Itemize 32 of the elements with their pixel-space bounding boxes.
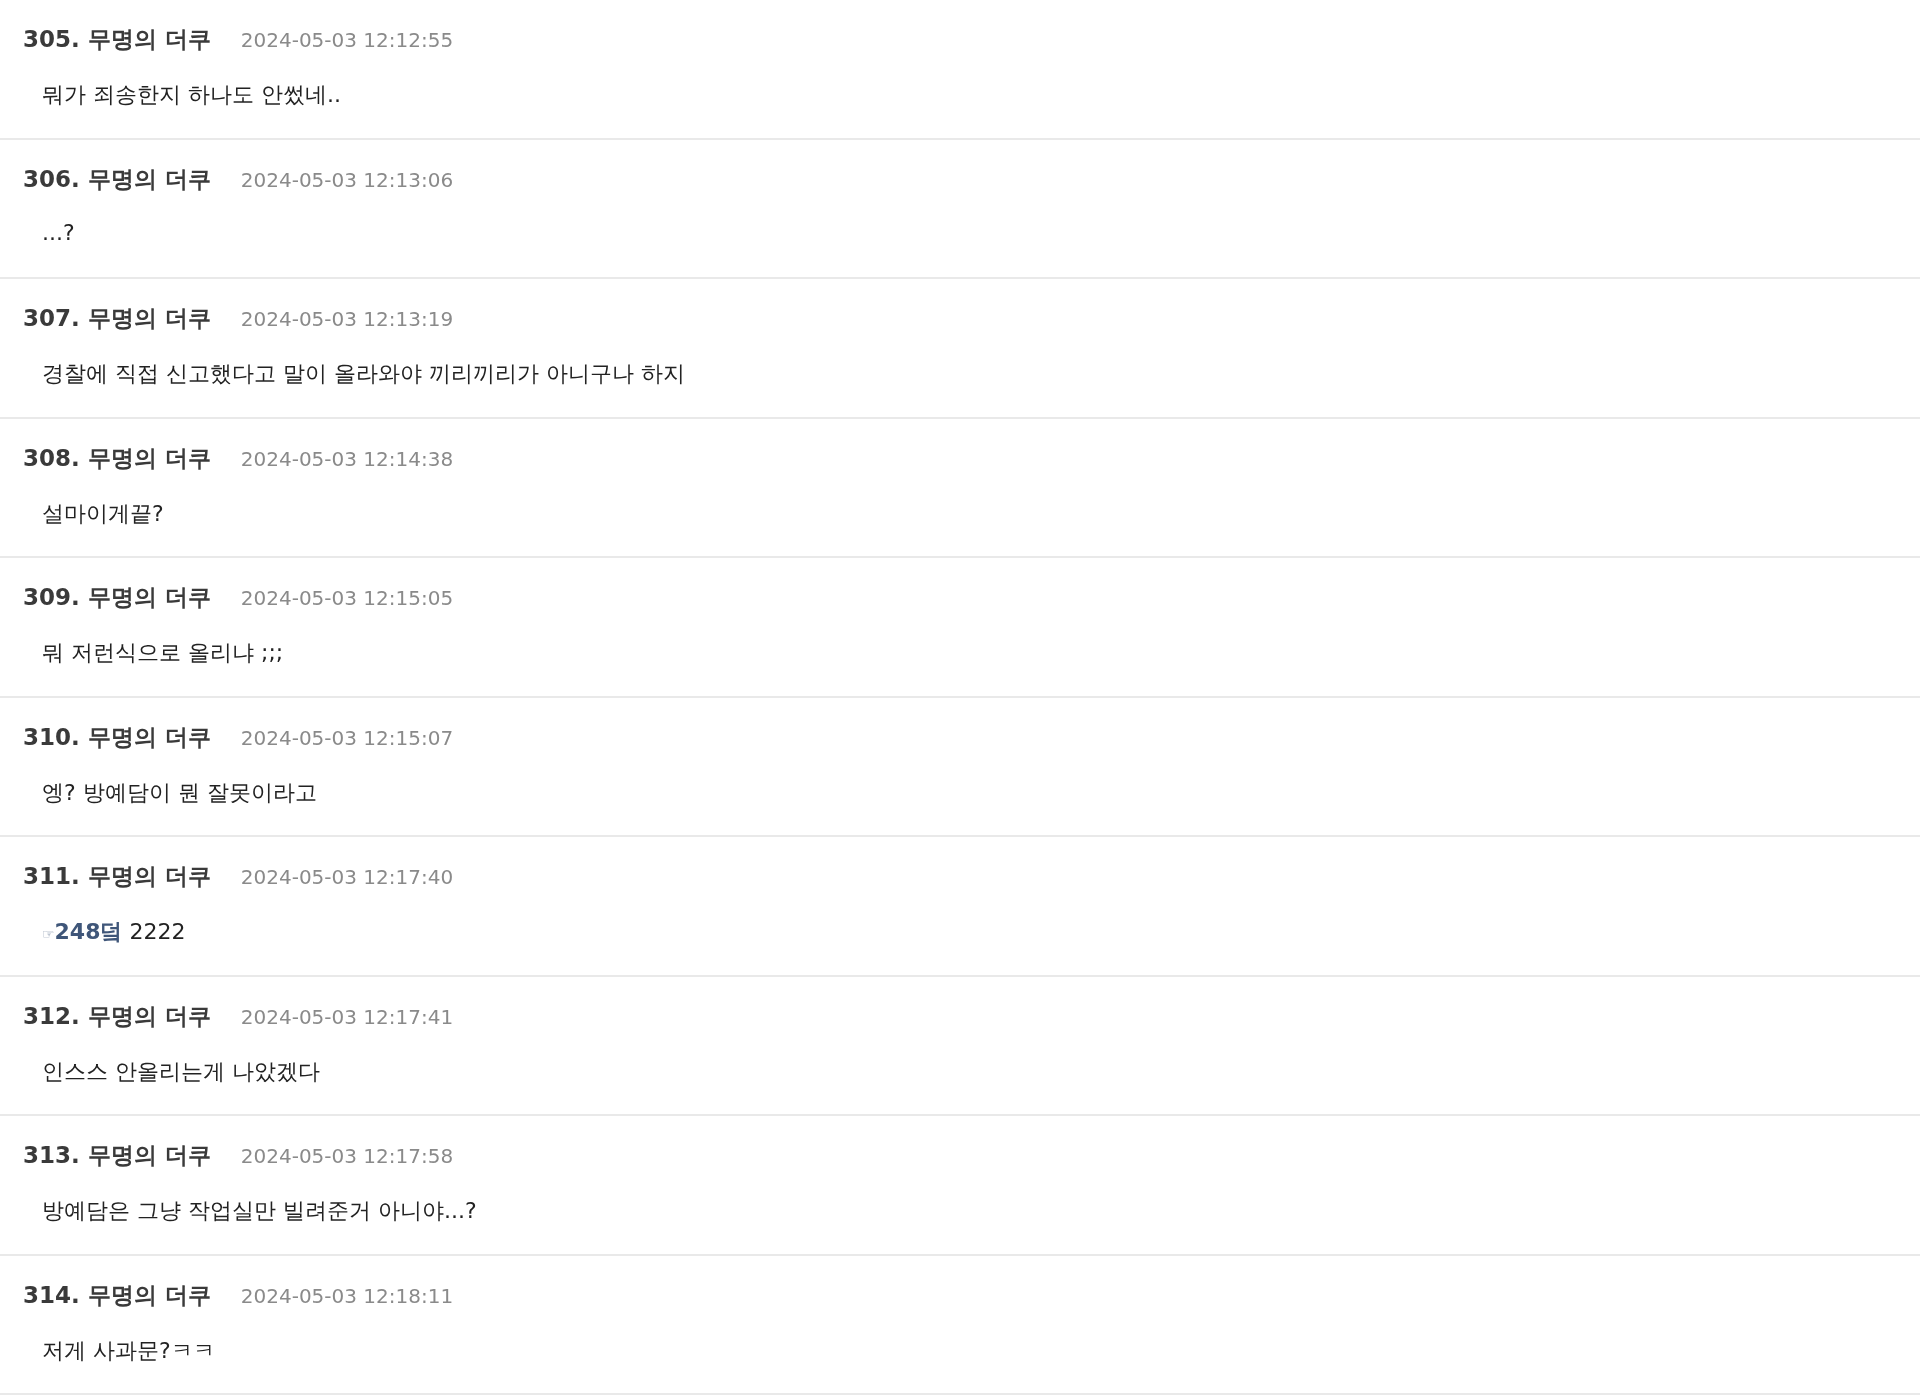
comment-author: 307. 무명의 더쿠 <box>23 304 211 333</box>
comment-date: 2024-05-03 12:17:40 <box>240 865 454 889</box>
comment-author: 314. 무명의 더쿠 <box>23 1280 211 1310</box>
comment-text: 인스스 안올리는게 나았겠다 <box>42 1057 320 1086</box>
comment-date: 2024-05-03 12:13:19 <box>240 307 454 331</box>
comment-text: 설마이게끝? <box>42 499 164 528</box>
comment-date: 2024-05-03 12:14:38 <box>240 446 454 471</box>
comment-author: 313. 무명의 더쿠 <box>23 1141 211 1170</box>
comment-date: 2024-05-03 12:18:11 <box>240 1283 454 1308</box>
comment-date: 2024-05-03 12:17:58 <box>240 1144 454 1168</box>
comment-date: 2024-05-03 12:13:06 <box>240 167 454 192</box>
comment-text: 2222 <box>129 919 186 944</box>
reply-link[interactable]: 248덬 <box>54 917 123 947</box>
comment-date: 2024-05-03 12:15:07 <box>240 725 454 750</box>
comment-author: 308. 무명의 더쿠 <box>23 443 211 473</box>
comment-text: 뭐가 죄송한지 하나도 안썼네.. <box>42 81 341 109</box>
comment-author: 310. 무명의 더쿠 <box>23 722 211 752</box>
comment-author: 306. 무명의 더쿠 <box>23 164 211 194</box>
comment-text: 경찰에 직접 신고했다고 말이 올라와야 끼리끼리가 아니구나 하지 <box>42 360 685 388</box>
comment-date: 2024-05-03 12:17:41 <box>240 1004 454 1029</box>
comment-date: 2024-05-03 12:15:05 <box>240 586 454 610</box>
comment-text: ...? <box>42 219 75 245</box>
comment-date: 2024-05-03 12:12:55 <box>240 28 454 52</box>
comment-text: 저게 사과문?ㅋㅋ <box>42 1336 215 1365</box>
comment-author: 312. 무명의 더쿠 <box>23 1001 211 1031</box>
comment-text: 엥? 방예담이 뭔 잘못이라고 <box>42 778 317 807</box>
comment-author: 305. 무명의 더쿠 <box>23 25 211 54</box>
comment-text: 뭐 저런식으로 올리냐 ;;; <box>42 639 284 667</box>
comment-text: 방예담은 그냥 작업실만 빌려준거 아니야...? <box>42 1197 477 1225</box>
comment-author: 309. 무명의 더쿠 <box>23 583 211 612</box>
comment-author: 311. 무명의 더쿠 <box>23 862 211 891</box>
pointing-hand-icon: ☞ <box>42 926 55 942</box>
